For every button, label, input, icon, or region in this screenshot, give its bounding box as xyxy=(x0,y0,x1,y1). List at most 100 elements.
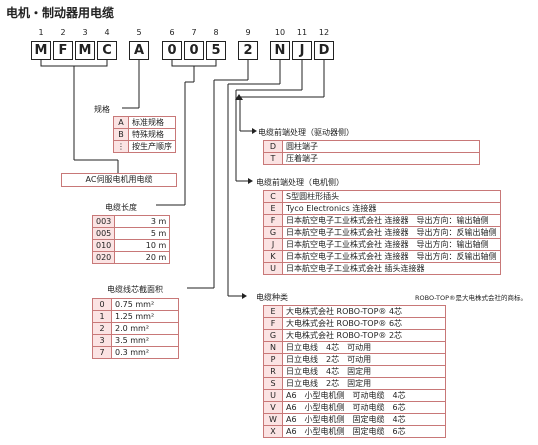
desc-cell: A6 小型电机侧 固定电缆 6芯 xyxy=(282,425,446,438)
table-row: E 大电株式会社 ROBO-TOP® 4芯 xyxy=(263,305,446,318)
value-cell: 1.25 mm² xyxy=(111,310,179,323)
motor-end-label: 电缆前端处理（电机侧） xyxy=(256,178,344,187)
desc-cell: A6 小型电机侧 可动电缆 4芯 xyxy=(282,389,446,402)
code-cell: X xyxy=(263,425,283,438)
code-cell: C xyxy=(263,190,283,203)
desc-cell: 圆柱端子 xyxy=(282,140,480,153)
table-row: C S型圆柱形插头 xyxy=(263,190,501,203)
desc-cell: 日立电线 4芯 可动用 xyxy=(282,341,446,354)
table-row: B 特殊规格 xyxy=(113,128,176,141)
desc-cell: A6 小型电机侧 固定电缆 4芯 xyxy=(282,413,446,426)
table-row: 005 5 m xyxy=(91,227,171,240)
code-cell: 7 xyxy=(92,346,112,359)
code-cell: V xyxy=(263,401,283,414)
core-label: 电缆线芯截面积 xyxy=(107,285,163,294)
code-cell: E xyxy=(263,202,283,215)
desc-cell: 特殊规格 xyxy=(128,128,176,141)
code-cell: J xyxy=(263,238,283,251)
code-cell: R xyxy=(263,365,283,378)
table-row: V A6 小型电机侧 可动电缆 6芯 xyxy=(263,401,446,414)
table-row: 3 3.5 mm² xyxy=(92,334,179,347)
table-row: 0 0.75 mm² xyxy=(92,298,179,311)
table-row: U A6 小型电机侧 可动电缆 4芯 xyxy=(263,389,446,402)
desc-cell: 大电株式会社 ROBO-TOP® 2芯 xyxy=(282,329,446,342)
code-cell: F xyxy=(263,214,283,227)
value-cell: 5 m xyxy=(114,227,171,240)
table-row: 003 3 m xyxy=(91,215,171,228)
desc-cell: 日立电线 2芯 可动用 xyxy=(282,353,446,366)
desc-cell: Tyco Electronics 连接器 xyxy=(282,202,501,215)
table-row: T 压着端子 xyxy=(263,152,480,165)
table-row: U 日本航空电子工业株式会社 插头连接器 xyxy=(263,262,501,275)
length-label: 电缆长度 xyxy=(105,203,137,212)
driver-end-table: D 圆柱端子 T 压着端子 xyxy=(263,140,480,165)
value-cell: 10 m xyxy=(114,239,171,252)
code-cell: U xyxy=(263,262,283,275)
table-row: S 日立电线 2芯 固定用 xyxy=(263,377,446,390)
motor-end-table: C S型圆柱形插头 E Tyco Electronics 连接器 F 日本航空电子工业… xyxy=(263,190,501,275)
value-cell: 3.5 mm² xyxy=(111,334,179,347)
table-row: 1 1.25 mm² xyxy=(92,310,179,323)
code-cell: 3 xyxy=(92,334,112,347)
desc-cell: 日本航空电子工业株式会社 连接器 导出方向：反输出轴侧 xyxy=(282,250,501,263)
core-table: 0 0.75 mm² 1 1.25 mm² 2 2.0 mm² 3 3.5 mm² 70… xyxy=(92,298,179,359)
value-cell: 0.75 mm² xyxy=(111,298,179,311)
table-row: J 日本航空电子工业株式会社 连接器 导出方向：输出轴侧 xyxy=(263,238,501,251)
code-cell: A xyxy=(113,116,129,129)
table-row: F 日本航空电子工业株式会社 连接器 导出方向：输出轴侧 xyxy=(263,214,501,227)
code-cell: 0 xyxy=(92,298,112,311)
desc-cell: 标准规格 xyxy=(128,116,176,129)
code-cell: W xyxy=(263,413,283,426)
code-cell: U xyxy=(263,389,283,402)
code-cell: G xyxy=(263,329,283,342)
table-row: E Tyco Electronics 连接器 xyxy=(263,202,501,215)
desc-cell: 日本航空电子工业株式会社 连接器 导出方向：输出轴侧 xyxy=(282,214,501,227)
code-cell: 003 xyxy=(91,215,116,228)
code-cell: S xyxy=(263,377,283,390)
desc-cell: 按生产顺序 xyxy=(128,140,176,153)
table-row: F 大电株式会社 ROBO-TOP® 6芯 xyxy=(263,317,446,330)
table-row: 7 0.3 mm² xyxy=(92,346,179,359)
desc-cell: 大电株式会社 ROBO-TOP® 6芯 xyxy=(282,317,446,330)
desc-cell: 日本航空电子工业株式会社 连接器 导出方向：反输出轴侧 xyxy=(282,226,501,239)
code-cell: F xyxy=(263,317,283,330)
code-cell: 010 xyxy=(91,239,116,252)
table-row: G 日本航空电子工业株式会社 连接器 导出方向：反输出轴侧 xyxy=(263,226,501,239)
driver-end-label: 电缆前端处理（驱动器侧） xyxy=(258,128,354,137)
code-cell: E xyxy=(263,305,283,318)
desc-cell: 压着端子 xyxy=(282,152,480,165)
code-cell: P xyxy=(263,353,283,366)
desc-cell: 日立电线 2芯 固定用 xyxy=(282,377,446,390)
table-row: 2 2.0 mm² xyxy=(92,322,179,335)
value-cell: 0.3 mm² xyxy=(111,346,179,359)
code-cell: 005 xyxy=(91,227,116,240)
table-row: R 日立电线 4芯 固定用 xyxy=(263,365,446,378)
length-table: 003 3 m 005 5 m 010 10 m 020 20 m xyxy=(91,215,171,264)
cable-use-label: AC伺服电机用电缆 xyxy=(61,173,177,187)
desc-cell: 日立电线 4芯 固定用 xyxy=(282,365,446,378)
value-cell: 3 m xyxy=(114,215,171,228)
cable-type-table: E 大电株式会社 ROBO-TOP® 4芯 F 大电株式会社 ROBO-TOP® 6… xyxy=(263,305,446,438)
code-cell: N xyxy=(263,341,283,354)
cable-type-label: 电缆种类 xyxy=(256,293,288,302)
value-cell: 2.0 mm² xyxy=(111,322,179,335)
value-cell: 20 m xyxy=(114,251,171,264)
table-row: W A6 小型电机侧 固定电缆 4芯 xyxy=(263,413,446,426)
code-cell: ⋮ xyxy=(113,140,129,153)
desc-cell: 日本航空电子工业株式会社 连接器 导出方向：输出轴侧 xyxy=(282,238,501,251)
table-row: X A6 小型电机侧 固定电缆 6芯 xyxy=(263,425,446,438)
table-row: A 标准规格 xyxy=(113,116,176,129)
code-cell: 020 xyxy=(91,251,116,264)
desc-cell: 日本航空电子工业株式会社 插头连接器 xyxy=(282,262,501,275)
desc-cell: 大电株式会社 ROBO-TOP® 4芯 xyxy=(282,305,446,318)
spec-table: A 标准规格 B 特殊规格 ⋮ 按生产顺序 xyxy=(113,116,176,153)
trademark-note: ROBO-TOP®是大电株式会社的商标。 xyxy=(415,294,528,302)
table-row: P 日立电线 2芯 可动用 xyxy=(263,353,446,366)
code-cell: 1 xyxy=(92,310,112,323)
table-row: ⋮ 按生产顺序 xyxy=(113,140,176,153)
table-row: 010 10 m xyxy=(91,239,171,252)
table-row: G 大电株式会社 ROBO-TOP® 2芯 xyxy=(263,329,446,342)
code-cell: G xyxy=(263,226,283,239)
code-cell: B xyxy=(113,128,129,141)
table-row: 020 20 m xyxy=(91,251,171,264)
